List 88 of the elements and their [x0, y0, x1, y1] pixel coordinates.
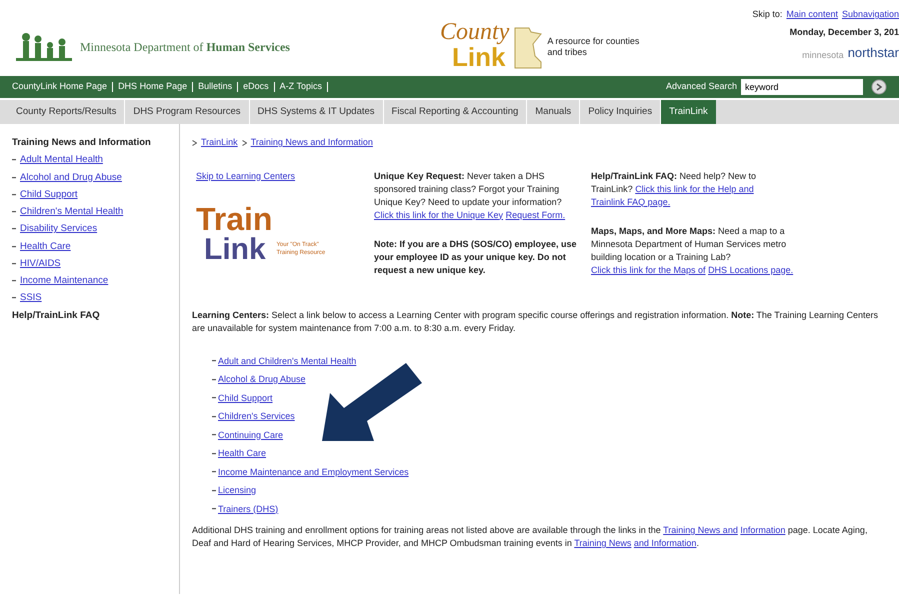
- nav-link[interactable]: DHS Home Page: [118, 80, 188, 94]
- nav-tab[interactable]: Manuals: [527, 100, 580, 124]
- nav-tab[interactable]: County Reports/Results: [8, 100, 126, 124]
- sidebar-link[interactable]: HIV/AIDS: [20, 256, 61, 271]
- nav-tab[interactable]: DHS Systems & IT Updates: [250, 100, 384, 124]
- sidebar-link[interactable]: Child Support: [20, 188, 78, 202]
- advanced-search-link[interactable]: Advanced Search: [666, 80, 737, 94]
- sidebar-link[interactable]: Disability Services: [20, 222, 98, 236]
- text-link[interactable]: Information: [740, 525, 786, 535]
- nav-link[interactable]: A-Z Topics: [280, 80, 322, 94]
- breadcrumb-link[interactable]: Training News and Information: [250, 136, 373, 150]
- learning-center-link[interactable]: Trainers (DHS): [218, 502, 278, 516]
- sidebar-link[interactable]: Income Maintenance: [20, 274, 108, 288]
- skip-label: Skip to:: [752, 8, 782, 21]
- text-link[interactable]: Request Form.: [506, 210, 566, 220]
- arrow-icon: [322, 362, 422, 442]
- bullet-icon: [12, 246, 16, 248]
- text-link[interactable]: DHS Locations page.: [708, 264, 794, 274]
- bullet-icon: [212, 434, 216, 436]
- bullet-icon: [12, 280, 16, 282]
- family-logo-icon: [16, 32, 72, 62]
- skip-link[interactable]: Main content: [786, 8, 838, 22]
- intro-paragraph: Learning Centers: Select a link below to access a Learning Center with program specific course offerings and registration information. Note: The Training Learning Centers are unavailable for system maintenance from 7:00 a.m. to 8:30 a.m. every Friday.: [192, 308, 880, 334]
- bullet-icon: [212, 508, 216, 510]
- nav-link[interactable]: eDocs: [243, 80, 269, 94]
- sidebar-link[interactable]: Adult Mental Health: [20, 153, 103, 168]
- chevron-icon: [192, 140, 197, 146]
- search-field[interactable]: keyword: [741, 79, 863, 95]
- bullet-icon: [12, 194, 16, 196]
- bullet-icon: [12, 211, 16, 214]
- sidebar-link[interactable]: Alcohol and Drug Abuse: [20, 170, 122, 185]
- breadcrumb-link[interactable]: TrainLink: [201, 136, 238, 150]
- logo-word: Train: [196, 203, 272, 235]
- nav-link[interactable]: Bulletins: [198, 80, 232, 94]
- info-paragraph: Additional DHS training and enrollment options for training areas not listed above are available through the links in the Training News and Information page. Locate Aging, Deaf and Hard of Hearing Services, MHCP Provider, and MHCP Ombudsman training events in Training News and Information.: [192, 524, 868, 550]
- skip-link[interactable]: Subnavigation: [842, 8, 899, 22]
- bullet-icon: [12, 159, 16, 162]
- bullet-icon: [212, 397, 216, 400]
- text-link[interactable]: Click this link for the Help and: [635, 184, 754, 194]
- bullet-icon: [212, 360, 216, 362]
- learning-center-link[interactable]: Continuing Care: [218, 428, 284, 442]
- learning-center-link[interactable]: Adult and Children's Mental Health: [218, 354, 356, 368]
- logo-word: Link: [204, 235, 267, 265]
- agency-name: Minnesota Department of Human Services: [80, 39, 290, 56]
- nav-tab[interactable]: Fiscal Reporting & Accounting: [384, 100, 528, 124]
- state-map-icon: [513, 26, 544, 70]
- bullet-icon: [212, 378, 216, 381]
- nav-tab[interactable]: DHS Program Resources: [125, 100, 250, 124]
- bullet-icon: [12, 262, 16, 265]
- bullet-icon: [12, 297, 16, 300]
- bullet-icon: [212, 471, 216, 474]
- info-paragraph: Maps, Maps, and More Maps: Need a map to a Minnesota Department of Human Services metro building location or a Training Lab? Click this link for the Maps of DHS Locations page.: [591, 224, 794, 276]
- learning-center-link[interactable]: Licensing: [218, 484, 256, 498]
- logo-word: County: [440, 20, 510, 44]
- text-link[interactable]: Click this link for the Unique Key: [374, 210, 504, 220]
- nav-link[interactable]: CountyLink Home Page: [12, 80, 108, 94]
- text-link[interactable]: Click this link for the Maps of: [591, 264, 706, 274]
- info-paragraph: Note: If you are a DHS (SOS/CO) employee, use your employee ID as your unique key. Do not request a new unique key.: [374, 238, 578, 276]
- text-link[interactable]: Training News: [574, 538, 632, 548]
- sidebar-link[interactable]: SSIS: [20, 291, 42, 306]
- learning-center-link[interactable]: Alcohol & Drug Abuse: [218, 373, 306, 386]
- learning-center-link[interactable]: Child Support: [218, 392, 273, 405]
- sidebar-link[interactable]: Help/TrainLink FAQ: [12, 308, 179, 323]
- bullet-icon: [212, 416, 216, 418]
- date-text: Monday, December 3, 201: [790, 26, 899, 39]
- bullet-icon: [12, 176, 16, 179]
- go-icon[interactable]: [871, 79, 887, 95]
- text-link[interactable]: and Information: [634, 538, 696, 548]
- text-link[interactable]: Training News and: [663, 525, 738, 535]
- logo-word: Link: [452, 44, 506, 70]
- info-paragraph: Unique Key Request: Never taken a DHS sponsored training class? Forgot your Training Unique Key? Need to update your information? Click this link for the Unique Key Request Form.: [374, 170, 566, 222]
- sidebar-heading: Training News and Information: [12, 136, 152, 150]
- sidebar-link[interactable]: Health Care: [20, 240, 71, 254]
- skip-link[interactable]: Skip to Learning Centers: [196, 170, 362, 183]
- learning-center-link[interactable]: Income Maintenance and Employment Services: [218, 466, 409, 479]
- state-brand-text: minnesota: [802, 49, 844, 62]
- chevron-icon: [242, 140, 247, 146]
- text-link[interactable]: Trainlink FAQ page.: [591, 196, 670, 206]
- sidebar-link[interactable]: Children's Mental Health: [20, 205, 124, 220]
- bullet-icon: [212, 490, 216, 492]
- nav-tab[interactable]: TrainLink: [661, 100, 716, 124]
- bullet-icon: [12, 228, 16, 230]
- info-paragraph: Help/TrainLink FAQ: Need help? New to TrainLink? Click this link for the Help and Trainlink FAQ page.: [591, 170, 758, 208]
- state-brand-text: northstar: [848, 44, 899, 62]
- logo-tagline: A resource for counties and tribes: [547, 36, 640, 58]
- learning-center-link[interactable]: Children's Services: [218, 410, 295, 424]
- bullet-icon: [212, 452, 216, 455]
- learning-center-link[interactable]: Health Care: [218, 447, 266, 460]
